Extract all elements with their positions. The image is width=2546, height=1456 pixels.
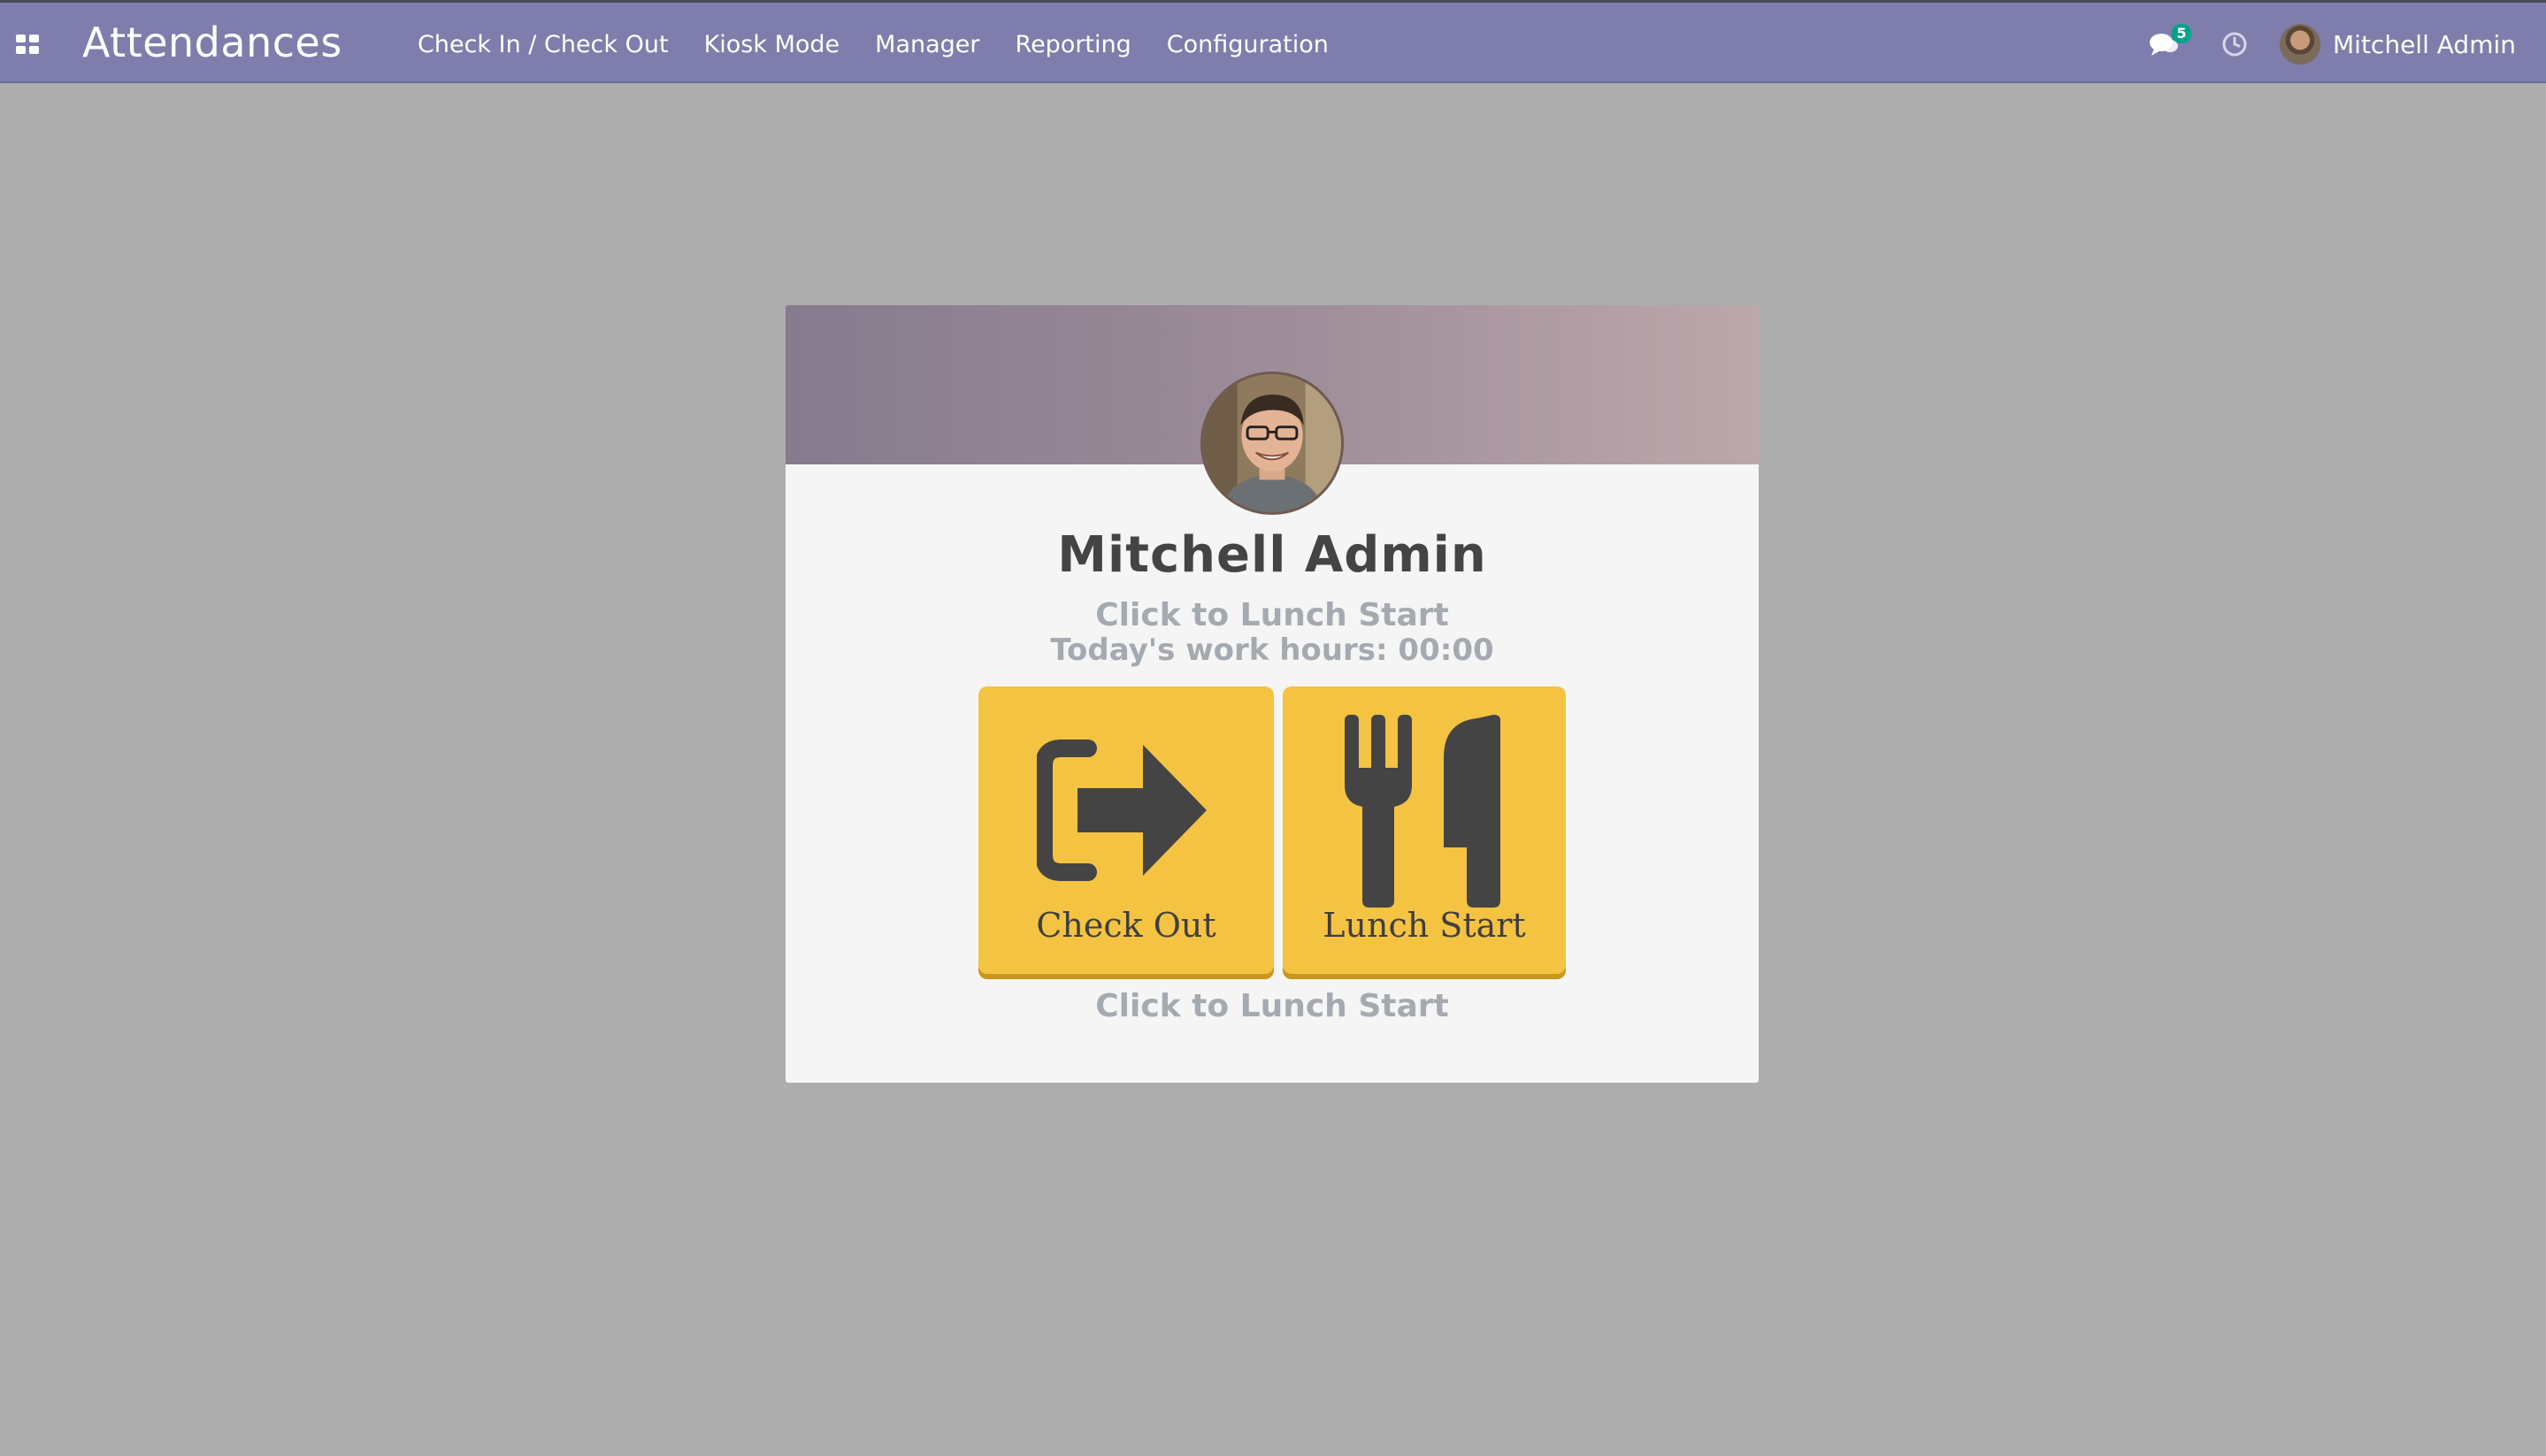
chat-icon[interactable]: 5 xyxy=(2149,24,2192,57)
sign-out-icon xyxy=(1037,739,1207,881)
menu-configuration[interactable]: Configuration xyxy=(1149,31,1346,58)
employee-name: Mitchell Admin xyxy=(1057,526,1487,584)
employee-photo xyxy=(1203,374,1341,512)
employee-avatar xyxy=(1200,372,1344,515)
status-hint: Click to Lunch Start xyxy=(1095,597,1449,633)
clock-icon[interactable] xyxy=(2221,31,2248,57)
top-navbar: Attendances Check In / Check Out Kiosk M… xyxy=(0,0,2546,83)
user-menu[interactable]: Mitchell Admin xyxy=(2280,24,2516,65)
user-name: Mitchell Admin xyxy=(2333,29,2516,59)
lunch-start-label: Lunch Start xyxy=(1323,906,1526,945)
attendance-card: Mitchell Admin Click to Lunch Start Toda… xyxy=(786,305,1759,1083)
messages-count-badge: 5 xyxy=(2172,24,2192,43)
systray: 5 Mitchell Admin xyxy=(2149,3,2546,86)
lunch-start-button[interactable]: Lunch Start xyxy=(1283,686,1566,974)
avatar xyxy=(2280,24,2321,65)
main-menu: Check In / Check Out Kiosk Mode Manager … xyxy=(400,3,1346,86)
menu-reporting[interactable]: Reporting xyxy=(998,31,1149,58)
menu-check-in-check-out[interactable]: Check In / Check Out xyxy=(400,31,686,58)
menu-kiosk-mode[interactable]: Kiosk Mode xyxy=(686,31,858,58)
apps-grid-icon[interactable] xyxy=(16,34,39,54)
check-out-button[interactable]: Check Out xyxy=(978,686,1274,974)
check-out-label: Check Out xyxy=(1036,906,1216,945)
work-hours-text: Today's work hours: 00:00 xyxy=(1050,632,1494,668)
app-title[interactable]: Attendances xyxy=(82,19,342,66)
menu-manager[interactable]: Manager xyxy=(857,31,997,58)
utensils-icon xyxy=(1345,715,1500,908)
action-hint: Click to Lunch Start xyxy=(1095,988,1449,1024)
